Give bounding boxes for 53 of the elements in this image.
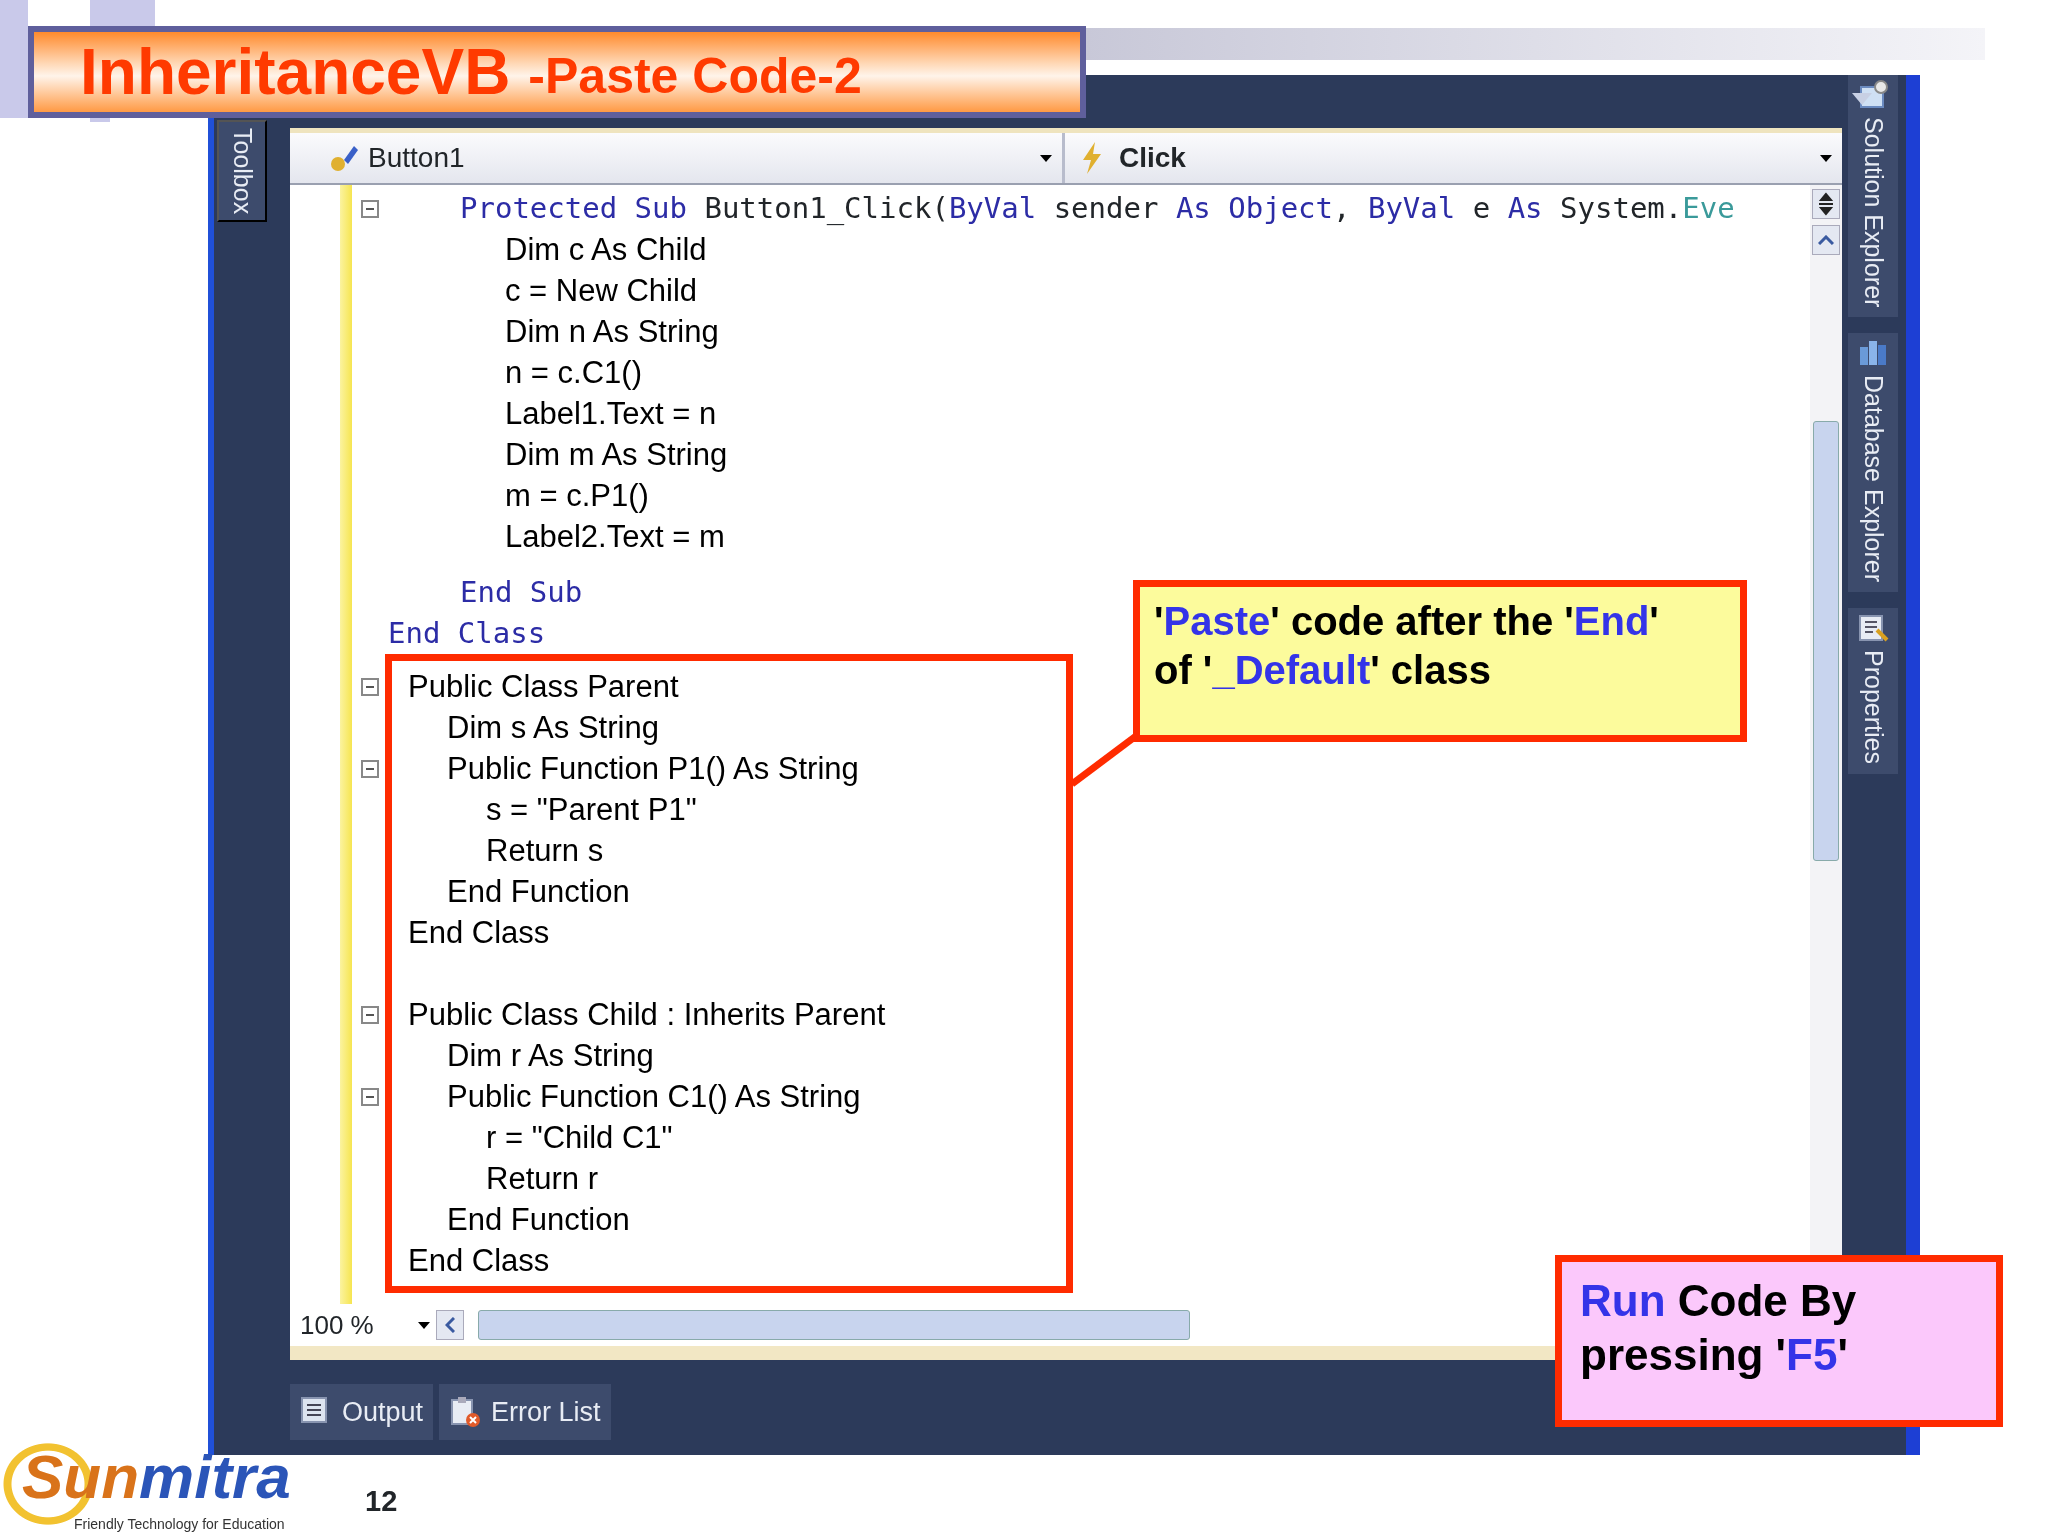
code-line: End Class: [408, 1242, 550, 1280]
chevron-up-icon: [1818, 235, 1834, 245]
code-line: Public Class Parent: [408, 666, 679, 707]
code-line: End Function: [447, 873, 630, 911]
code-line: c = New Child: [504, 272, 698, 310]
code-line: Dim s As String: [447, 709, 659, 747]
page-number: 12: [365, 1484, 398, 1519]
code-line: Label2.Text = m: [504, 518, 725, 556]
scroll-up-button[interactable]: [1812, 225, 1840, 255]
logo-tagline: Friendly Technology for Education: [74, 1515, 285, 1534]
panel-tab[interactable]: Output: [290, 1384, 434, 1440]
note-callout: 'Paste' code after the 'End' of '_Default' class: [1133, 580, 1747, 742]
chevron-left-icon: [445, 1317, 455, 1333]
side-panel-tab[interactable]: Solution Explorer: [1848, 75, 1898, 318]
side-panel-tab[interactable]: Database Explorer: [1848, 333, 1898, 593]
code-line: Return r: [486, 1160, 598, 1198]
code-line: End Sub: [459, 574, 583, 611]
code-line: n = c.C1(): [504, 354, 642, 392]
code-line: s = "Parent P1": [486, 791, 697, 829]
code-line: Dim n As String: [504, 313, 719, 351]
code-line: End Class: [408, 914, 550, 952]
caret-icon: [418, 1321, 430, 1329]
code-line: Protected Sub Button1_Click(ByVal sender As Object, ByVal e As System.Eve: [385, 188, 1735, 229]
zoom-level[interactable]: 100 %: [300, 1305, 412, 1345]
code-line: End Class: [387, 615, 546, 652]
event-dropdown[interactable]: Click: [1065, 133, 1842, 183]
slide-title: InheritanceVB: [80, 40, 511, 104]
code-line: m = c.P1(): [504, 477, 649, 515]
panel-tab[interactable]: Error List: [439, 1384, 611, 1440]
tip-callout: Run Code By pressing 'F5': [1555, 1255, 2003, 1427]
dropdown-arrow-icon: [1852, 93, 1872, 105]
code-line: Dim m As String: [504, 436, 728, 474]
code-line: Public Function C1() As String: [447, 1076, 861, 1117]
code-line: Return s: [486, 832, 604, 870]
toolbox-tab[interactable]: Toolbox: [217, 120, 267, 223]
caret-icon: [1040, 154, 1052, 162]
code-line: End Function: [447, 1201, 630, 1239]
side-panel-tab[interactable]: Properties: [1848, 608, 1898, 775]
window-icon: [1857, 79, 1889, 111]
code-line: Public Function P1() As String: [447, 748, 859, 789]
code-line: Dim r As String: [447, 1037, 654, 1075]
scrollbar-thumb[interactable]: [1813, 421, 1839, 861]
split-handle[interactable]: [1812, 189, 1840, 219]
scroll-left-button[interactable]: [436, 1310, 464, 1340]
code-line: r = "Child C1": [486, 1119, 673, 1157]
slide-subtitle: -Paste Code-2: [528, 51, 862, 101]
caret-icon: [1820, 154, 1832, 162]
code-line: Label1.Text = n: [504, 395, 717, 433]
clipboard-error-icon: [449, 1396, 482, 1428]
code-line: Dim c As Child: [504, 231, 707, 269]
code-line: Public Class Child : Inherits Parent: [408, 994, 886, 1035]
split-icon: [1817, 192, 1835, 216]
scrollbar-thumb[interactable]: [478, 1310, 1190, 1340]
